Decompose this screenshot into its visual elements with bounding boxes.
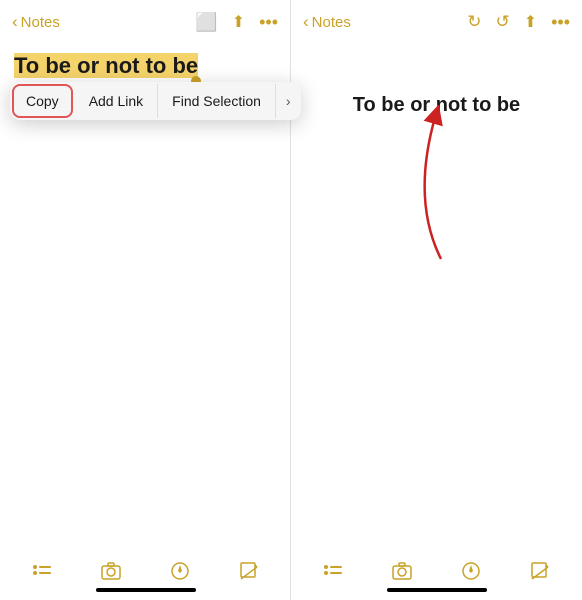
note-title-left[interactable]: To be or not to be	[14, 53, 198, 78]
compass2-toolbar-icon[interactable]	[460, 560, 482, 582]
context-menu: Copy Add Link Find Selection ›	[10, 82, 301, 120]
left-nav-icons: ⬜ ⬆ •••	[195, 12, 278, 33]
upload-icon-right[interactable]: ⬆	[524, 12, 537, 32]
note-content-left: To be or not to be	[0, 44, 290, 81]
back-button-left[interactable]: ‹ Notes	[12, 12, 60, 32]
left-nav-bar: ‹ Notes ⬜ ⬆ •••	[0, 0, 290, 44]
rotate-icon-right[interactable]: ↻	[467, 12, 481, 32]
find-selection-menu-item[interactable]: Find Selection	[158, 84, 276, 118]
right-nav-icons: ↻ ↺ ⬆ •••	[467, 12, 570, 33]
back-button-right[interactable]: ‹ Notes	[303, 12, 351, 32]
camera-toolbar-icon[interactable]	[100, 560, 122, 582]
ellipsis-icon-right[interactable]: •••	[551, 12, 570, 33]
red-arrow-annotation	[321, 99, 541, 299]
right-bottom-toolbar	[291, 542, 582, 600]
add-link-menu-item[interactable]: Add Link	[75, 84, 158, 118]
list-toolbar-icon[interactable]	[31, 560, 53, 582]
back-label-right: Notes	[312, 14, 351, 31]
edit-toolbar-icon[interactable]	[238, 560, 260, 582]
upload-icon-left[interactable]: ⬆	[232, 12, 245, 32]
chevron-left-icon: ‹	[12, 12, 18, 32]
camera2-toolbar-icon[interactable]	[391, 560, 413, 582]
left-bottom-toolbar	[0, 542, 291, 600]
chevron-left-icon-right: ‹	[303, 12, 309, 32]
note-title-right: To be or not to be	[291, 44, 582, 117]
ellipsis-icon-left[interactable]: •••	[259, 12, 278, 33]
left-panel: ‹ Notes ⬜ ⬆ ••• To be or not to be Copy …	[0, 0, 291, 600]
note-title-wrapper: To be or not to be	[14, 52, 198, 81]
compass-toolbar-icon[interactable]	[169, 560, 191, 582]
right-nav-bar: ‹ Notes ↻ ↺ ⬆ •••	[291, 0, 582, 44]
context-menu-more[interactable]: ›	[276, 84, 301, 118]
share-icon-left[interactable]: ⬜	[195, 12, 217, 33]
back-label-left: Notes	[21, 14, 60, 31]
refresh-icon-right[interactable]: ↺	[495, 12, 509, 32]
edit2-toolbar-icon[interactable]	[529, 560, 551, 582]
list2-toolbar-icon[interactable]	[322, 560, 344, 582]
copy-menu-item[interactable]: Copy	[12, 84, 73, 118]
right-panel: ‹ Notes ↻ ↺ ⬆ ••• To be or not to be	[291, 0, 582, 600]
